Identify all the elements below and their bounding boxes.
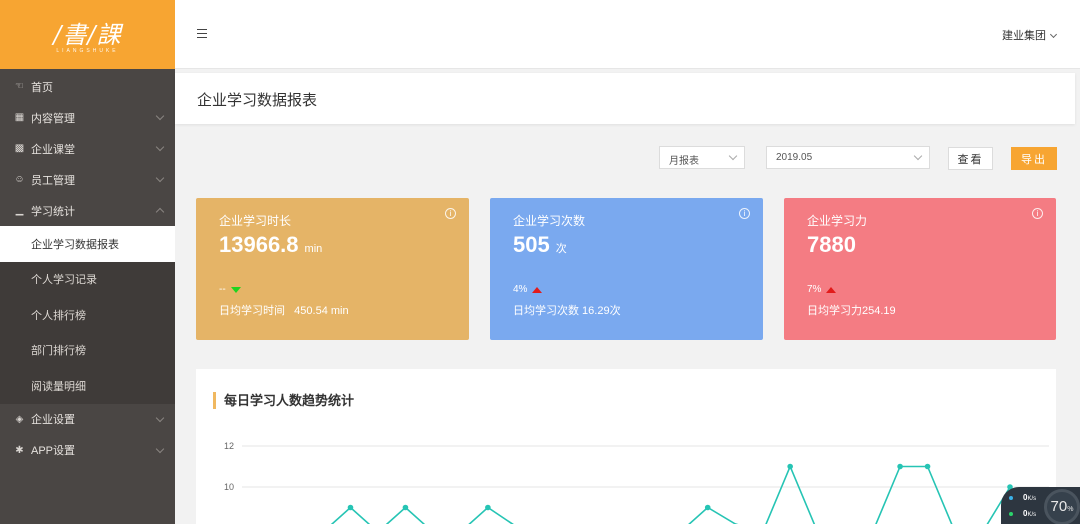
- upload-dot-icon: [1009, 496, 1013, 500]
- top-header: 建业集团: [175, 0, 1080, 69]
- line-chart: 12 10: [224, 441, 1049, 524]
- info-icon[interactable]: i: [1032, 208, 1043, 219]
- network-speed-widget[interactable]: 0K/s 0K/s 70%: [1001, 487, 1080, 524]
- chevron-down-icon: [155, 173, 165, 183]
- sidebar-nav: ☜ 首页 ▦ 内容管理 ▩ 企业课堂 ☺ 员工管理 ▁ 学习统计: [0, 71, 175, 226]
- sidebar-item-label: 员工管理: [31, 174, 75, 187]
- card-value: 13966.8 min: [219, 232, 323, 257]
- trend-down-icon: [230, 286, 241, 293]
- logo-subtext: LIANGSHUKE: [56, 48, 119, 54]
- series-line: [330, 464, 1011, 524]
- card-title: 企业学习时长: [219, 214, 292, 228]
- gear-icon: ✱: [15, 444, 24, 456]
- card-value: 505 次: [513, 232, 567, 257]
- chevron-down-icon: [728, 151, 738, 161]
- sidebar-subitem-personal-rank[interactable]: 个人排行榜: [0, 297, 175, 333]
- trend-chart-panel: 每日学习人数趋势统计 12 10: [196, 369, 1056, 524]
- trend-up-icon: [532, 286, 543, 293]
- logo[interactable]: /書/課 LIANGSHUKE: [0, 0, 175, 69]
- sidebar-item-classroom[interactable]: ▩ 企业课堂: [0, 133, 175, 164]
- card-trend: 7%: [807, 284, 837, 295]
- download-rate: 0K/s: [1023, 509, 1037, 518]
- home-icon: ☜: [15, 81, 24, 92]
- chevron-down-icon: [155, 111, 165, 121]
- chevron-down-icon: [913, 151, 923, 161]
- building-icon: ▩: [14, 143, 25, 154]
- card-trend: --: [219, 284, 241, 295]
- card-average: 日均学习力254.19: [807, 305, 896, 317]
- user-name: 建业集团: [1002, 30, 1046, 42]
- logo-text: /書/課: [53, 21, 122, 49]
- sidebar-item-label: 企业课堂: [31, 143, 75, 156]
- chevron-down-icon: [155, 444, 165, 453]
- report-type-value: 月报表: [669, 156, 699, 167]
- bar-chart-icon: ▁: [15, 205, 24, 216]
- sidebar-subitem-reading[interactable]: 阅读量明细: [0, 368, 175, 404]
- card-unit: 次: [555, 243, 567, 255]
- data-point[interactable]: [897, 463, 903, 470]
- data-point[interactable]: [787, 463, 793, 470]
- sidebar-subitem-personal-record[interactable]: 个人学习记录: [0, 262, 175, 298]
- page-title-bar: 企业学习数据报表: [175, 73, 1075, 124]
- data-point[interactable]: [347, 504, 354, 511]
- card-unit: min: [304, 243, 323, 255]
- card-value: 7880: [807, 232, 856, 257]
- data-point[interactable]: [485, 504, 491, 511]
- usage-gauge: 70%: [1044, 489, 1080, 524]
- page-title: 企业学习数据报表: [197, 92, 318, 109]
- users-icon: ☺: [14, 174, 25, 185]
- chevron-down-icon: [155, 413, 165, 422]
- stat-card-duration: 企业学习时长 i 13966.8 min -- 日均学习时间 450.54 min: [196, 198, 469, 340]
- download-dot-icon: [1009, 512, 1013, 516]
- data-point[interactable]: [924, 463, 931, 470]
- sidebar-item-home[interactable]: ☜ 首页: [0, 71, 175, 102]
- view-button[interactable]: 查看: [948, 147, 993, 170]
- data-point[interactable]: [704, 504, 711, 511]
- sidebar-item-company-settings[interactable]: ◈ 企业设置: [0, 404, 175, 435]
- sidebar-submenu: 企业学习数据报表 个人学习记录 个人排行榜 部门排行榜 阅读量明细: [0, 226, 175, 404]
- stat-card-power: 企业学习力 i 7880 7% 日均学习力254.19: [784, 198, 1056, 340]
- user-menu[interactable]: 建业集团: [1002, 27, 1058, 43]
- sidebar-nav-bottom: ◈ 企业设置 ✱ APP设置: [0, 404, 175, 466]
- sidebar-item-label: APP设置: [31, 445, 76, 457]
- report-type-select[interactable]: 月报表: [659, 146, 745, 169]
- sidebar-item-label: 内容管理: [31, 112, 75, 125]
- sidebar-item-label: 首页: [31, 81, 53, 94]
- menu-toggle-icon[interactable]: [197, 29, 207, 38]
- y-tick-label: 10: [224, 482, 234, 492]
- card-average: 日均学习次数 16.29次: [513, 305, 621, 317]
- period-value: 2019.05: [776, 152, 813, 163]
- sidebar-item-staff[interactable]: ☺ 员工管理: [0, 164, 175, 195]
- info-icon[interactable]: i: [739, 208, 750, 219]
- sidebar-item-label: 企业设置: [31, 414, 75, 426]
- chevron-up-icon: [155, 207, 165, 217]
- sidebar-item-app-settings[interactable]: ✱ APP设置: [0, 435, 175, 466]
- period-select[interactable]: 2019.05: [766, 146, 930, 169]
- card-average: 日均学习时间 450.54 min: [219, 305, 349, 317]
- sidebar-item-label: 学习统计: [31, 205, 75, 218]
- chevron-down-icon: [1049, 30, 1058, 39]
- upload-rate: 0K/s: [1023, 493, 1037, 502]
- trend-up-icon: [826, 286, 837, 293]
- info-icon[interactable]: i: [445, 208, 456, 219]
- cube-icon: ◈: [15, 413, 24, 425]
- sidebar-subitem-report[interactable]: 企业学习数据报表: [0, 226, 175, 262]
- sidebar-item-stats[interactable]: ▁ 学习统计: [0, 195, 175, 226]
- data-point[interactable]: [402, 504, 409, 511]
- card-trend: 4%: [513, 284, 543, 295]
- chevron-down-icon: [155, 142, 165, 152]
- sidebar-item-content[interactable]: ▦ 内容管理: [0, 102, 175, 133]
- grid-icon: ▦: [14, 112, 25, 123]
- card-title: 企业学习力: [807, 214, 868, 228]
- sidebar-subitem-dept-rank[interactable]: 部门排行榜: [0, 333, 175, 369]
- sidebar: /書/課 LIANGSHUKE ☜ 首页 ▦ 内容管理 ▩ 企业课堂 ☺ 员工管…: [0, 0, 175, 524]
- card-title: 企业学习次数: [513, 214, 586, 228]
- y-tick-label: 12: [224, 441, 234, 451]
- stat-card-count: 企业学习次数 i 505 次 4% 日均学习次数 16.29次: [490, 198, 763, 340]
- export-button[interactable]: 导出: [1011, 147, 1057, 170]
